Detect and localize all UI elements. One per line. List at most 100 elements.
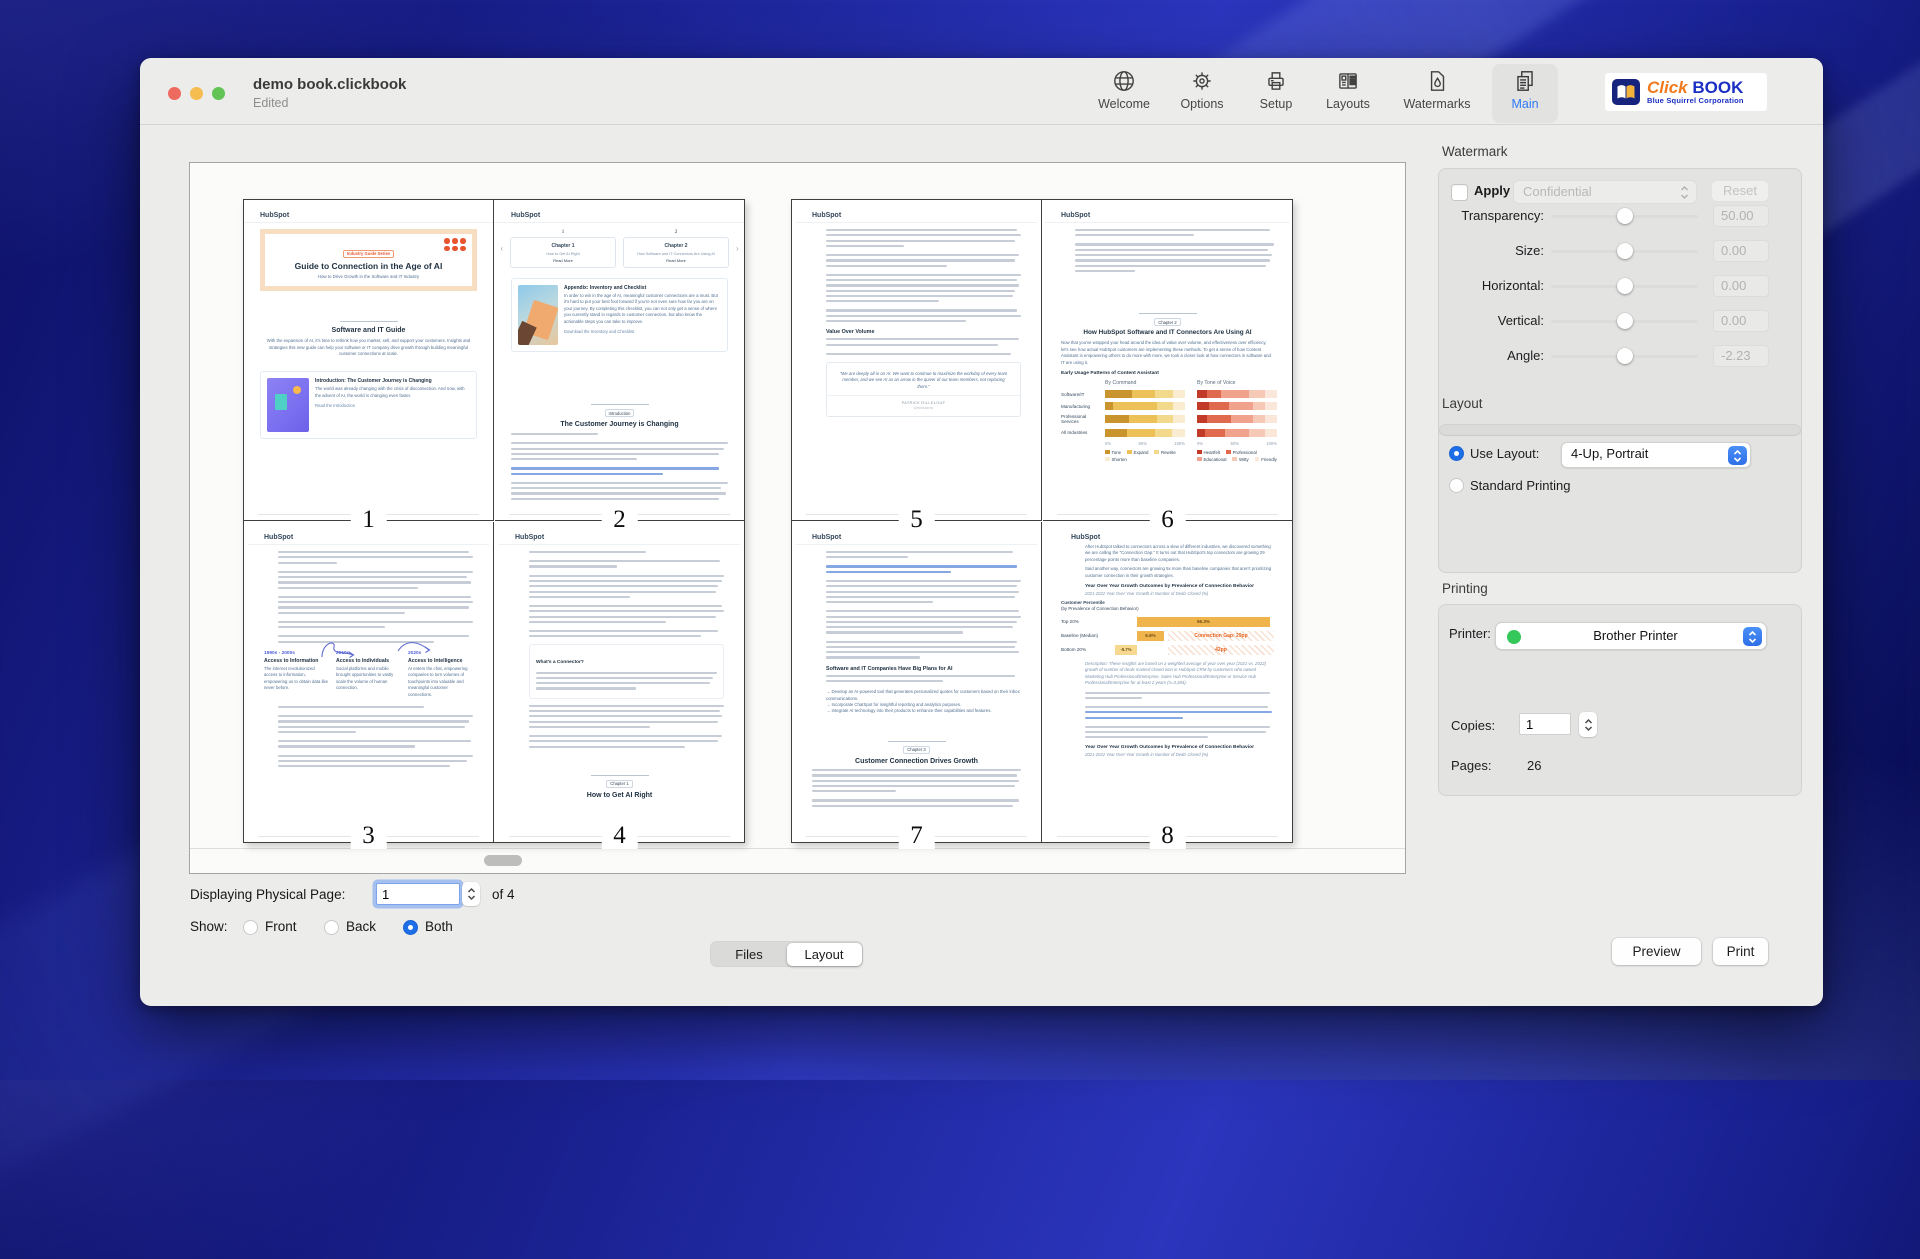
toolbar-watermarks[interactable]: Watermarks <box>1395 66 1479 120</box>
watermark-icon <box>1424 68 1450 94</box>
transparency-slider-knob[interactable] <box>1617 208 1633 224</box>
hubspot-logo: HubSpot <box>1061 534 1274 541</box>
angle-value[interactable]: -2.23 <box>1713 345 1769 367</box>
apply-checkbox[interactable] <box>1451 184 1468 201</box>
printer-select-value: Brother Printer <box>1593 628 1678 643</box>
printing-group: Printer: Brother Printer Copies: Pages: … <box>1438 604 1802 796</box>
vertical-slider-knob[interactable] <box>1617 313 1633 329</box>
vertical-slider[interactable] <box>1551 320 1698 323</box>
horizontal-scrollbar-thumb[interactable] <box>484 855 522 866</box>
page-stepper[interactable] <box>462 882 480 906</box>
vertical-label: Vertical: <box>1498 313 1544 328</box>
page-thumbnail-2[interactable]: HubSpot ‹ 1 Chapter 1 How to Get AI Righ… <box>495 200 744 521</box>
page-thumbnail-7[interactable]: HubSpot Software and IT Companies Have B… <box>792 522 1042 842</box>
page-number: 3 <box>350 823 387 849</box>
use-layout-radio[interactable] <box>1449 446 1464 461</box>
titlebar: demo book.clickbook Edited Welcome Optio… <box>140 58 1823 125</box>
logo-click-text: Click <box>1647 78 1688 97</box>
angle-slider[interactable] <box>1551 355 1698 358</box>
page-thumbnail-1[interactable]: HubSpot Industry Guide Series Guide to C… <box>244 200 494 521</box>
toolbar-main-label: Main <box>1492 97 1558 111</box>
page-thumbnail-8[interactable]: HubSpot After HubSpot talked to connecto… <box>1043 522 1292 842</box>
layout-group: Use Layout: 4-Up, Portrait Standard Prin… <box>1438 424 1802 573</box>
reset-button[interactable]: Reset <box>1711 180 1769 202</box>
intro-card-body: The world was already changing with the … <box>315 386 470 399</box>
copies-stepper[interactable] <box>1579 712 1597 737</box>
chapter1-card: Chapter 1 How to Get AI Right Read More <box>510 237 616 268</box>
updown-chevrons-icon <box>1680 185 1689 200</box>
transparency-slider[interactable] <box>1551 215 1698 218</box>
size-label: Size: <box>1515 243 1544 258</box>
show-both-label: Both <box>425 919 453 934</box>
app-window: demo book.clickbook Edited Welcome Optio… <box>140 58 1823 1006</box>
size-value[interactable]: 0.00 <box>1713 240 1769 262</box>
page-number: 1 <box>350 507 387 533</box>
size-slider-knob[interactable] <box>1617 243 1633 259</box>
watermark-preset-value: Confidential <box>1523 184 1592 199</box>
show-both-radio[interactable] <box>403 920 418 935</box>
standard-printing-label: Standard Printing <box>1470 478 1570 493</box>
transparency-value[interactable]: 50.00 <box>1713 205 1769 227</box>
layout-section-title: Layout <box>1442 396 1483 411</box>
squiggle-arrow-icon <box>396 637 432 655</box>
show-front-label: Front <box>265 919 297 934</box>
hubspot-logo: HubSpot <box>511 212 728 219</box>
vertical-value[interactable]: 0.00 <box>1713 310 1769 332</box>
zoom-button[interactable] <box>212 87 225 100</box>
show-front-radio[interactable] <box>243 920 258 935</box>
watermark-preset-select[interactable]: Confidential <box>1513 180 1697 204</box>
copies-input[interactable] <box>1519 713 1571 735</box>
logo-book-text: BOOK <box>1692 78 1743 97</box>
tab-layout[interactable]: Layout <box>787 943 862 966</box>
chapter-badge: Chapter 3 <box>903 746 929 754</box>
tab-files[interactable]: Files <box>712 943 787 966</box>
close-button[interactable] <box>168 87 181 100</box>
show-back-radio[interactable] <box>324 920 339 935</box>
timeline: 1990s - 2000s Access to Information The … <box>264 651 473 698</box>
page-number: 2 <box>601 507 638 533</box>
page-number-input[interactable] <box>376 883 460 905</box>
page-number: 5 <box>898 507 935 533</box>
intro-illustration <box>267 378 309 432</box>
toolbar-main[interactable]: Main <box>1492 64 1558 123</box>
page-number: 8 <box>1149 823 1186 849</box>
cover-section-heading: Software and IT Guide <box>260 326 477 335</box>
printer-select-stepper[interactable] <box>1743 627 1762 646</box>
page-thumbnail-6[interactable]: HubSpot Chapter 2 How HubSpot Software a… <box>1043 200 1292 521</box>
minimize-button[interactable] <box>190 87 203 100</box>
print-button[interactable]: Print <box>1713 938 1768 965</box>
size-slider[interactable] <box>1551 250 1698 253</box>
hubspot-logo: HubSpot <box>515 534 724 541</box>
toolbar-welcome[interactable]: Welcome <box>1082 66 1166 120</box>
toolbar-options[interactable]: Options <box>1160 66 1244 120</box>
toolbar-layouts[interactable]: Layouts <box>1306 66 1390 120</box>
connector-callout: What's a Connector? <box>529 644 724 698</box>
layouts-icon <box>1335 68 1361 94</box>
layout-select[interactable]: 4-Up, Portrait <box>1561 442 1751 468</box>
cover-badge: Industry Guide Series <box>343 250 394 258</box>
printer-select[interactable]: Brother Printer <box>1495 622 1767 650</box>
updown-chevrons-icon <box>1584 717 1593 733</box>
cover-banner: Industry Guide Series Guide to Connectio… <box>260 229 477 291</box>
appendix-body: In order to win in the age of AI, meanin… <box>564 293 721 325</box>
printing-section-title: Printing <box>1442 581 1488 596</box>
layout-select-stepper[interactable] <box>1728 446 1747 465</box>
angle-label: Angle: <box>1507 348 1544 363</box>
horizontal-slider[interactable] <box>1551 285 1698 288</box>
page-total-label: of 4 <box>492 887 515 902</box>
pages-label: Pages: <box>1451 758 1491 773</box>
page-thumbnail-4[interactable]: HubSpot What's a Connector? Chapt <box>495 522 744 842</box>
next-arrow: › <box>736 244 739 253</box>
horizontal-value[interactable]: 0.00 <box>1713 275 1769 297</box>
preview-button[interactable]: Preview <box>1612 938 1701 965</box>
page-number: 6 <box>1149 507 1186 533</box>
horizontal-slider-knob[interactable] <box>1617 278 1633 294</box>
updown-chevrons-icon <box>1733 449 1742 463</box>
page-thumbnail-5[interactable]: HubSpot Value Over Volume "We are deeply… <box>792 200 1042 521</box>
page-thumbnail-3[interactable]: HubSpot 1990s <box>244 522 494 842</box>
horizontal-label: Horizontal: <box>1482 278 1544 293</box>
standard-printing-radio[interactable] <box>1449 478 1464 493</box>
cover-subtitle: How to Drive Growth in the Software and … <box>275 274 462 279</box>
window-status: Edited <box>253 96 288 110</box>
angle-slider-knob[interactable] <box>1617 348 1633 364</box>
